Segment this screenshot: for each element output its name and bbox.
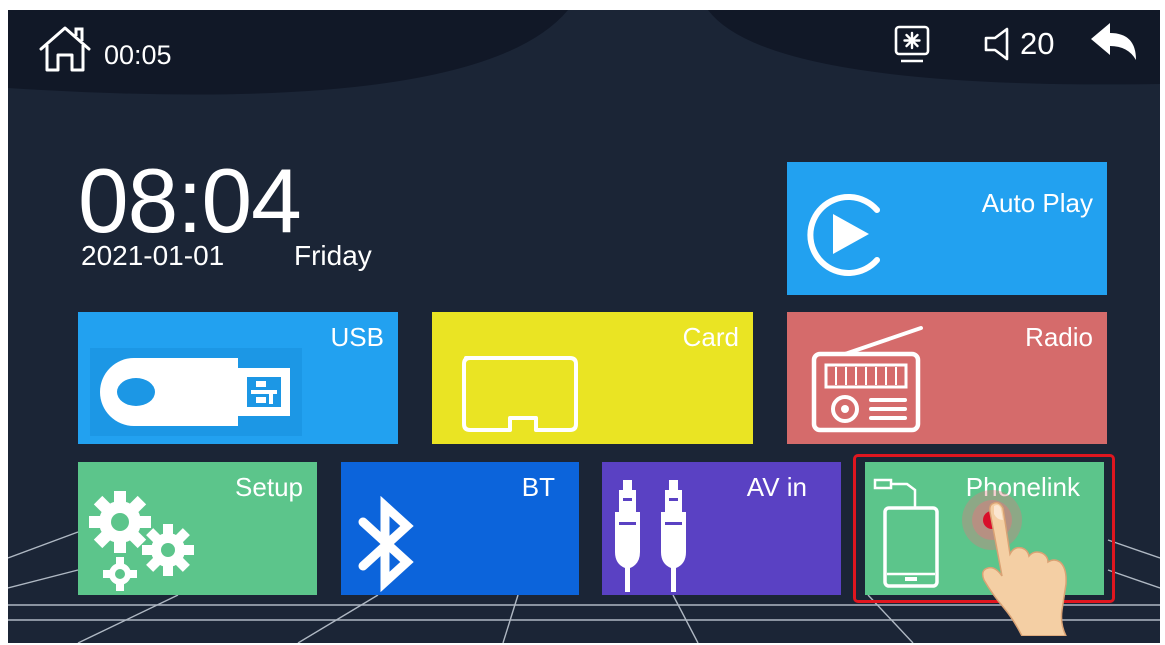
bt-label: BT xyxy=(521,472,555,502)
av-connectors-icon xyxy=(615,480,686,592)
brightness-icon[interactable] xyxy=(894,24,930,66)
card-label: Card xyxy=(682,322,739,352)
play-circle-icon xyxy=(807,194,880,276)
back-icon[interactable] xyxy=(1088,22,1140,68)
auto-play-label: Auto Play xyxy=(981,188,1093,218)
usb-tile[interactable]: USB xyxy=(78,312,398,444)
date-label: 2021-01-01 xyxy=(81,240,225,271)
radio-tile[interactable]: Radio xyxy=(787,312,1107,444)
pointing-hand-icon xyxy=(981,501,1067,636)
av-in-tile[interactable]: AV in xyxy=(602,462,841,595)
bt-tile[interactable]: BT xyxy=(341,462,579,595)
setup-tile[interactable]: Setup xyxy=(78,462,317,595)
volume-level: 20 xyxy=(1020,26,1055,61)
main-clock: 08:04 xyxy=(78,151,302,252)
card-tile[interactable]: Card xyxy=(432,312,753,444)
weekday-label: Friday xyxy=(294,240,372,271)
home-icon[interactable] xyxy=(36,24,94,74)
topbar-clock: 00:05 xyxy=(104,40,172,70)
volume-icon[interactable] xyxy=(982,26,1018,62)
radio-label: Radio xyxy=(1025,322,1093,352)
radio-icon xyxy=(811,326,923,433)
head-unit-screen: 00:05 20 08:04 2021-01-01 Friday Auto Pl… xyxy=(8,10,1160,643)
av-in-label: AV in xyxy=(746,472,807,502)
auto-play-tile[interactable]: Auto Play xyxy=(787,162,1107,295)
usb-label: USB xyxy=(330,322,384,352)
sd-card-icon xyxy=(462,356,578,432)
gears-icon xyxy=(89,491,194,591)
setup-label: Setup xyxy=(235,472,303,502)
usb-drive-icon xyxy=(90,348,302,436)
bluetooth-icon xyxy=(358,496,414,592)
